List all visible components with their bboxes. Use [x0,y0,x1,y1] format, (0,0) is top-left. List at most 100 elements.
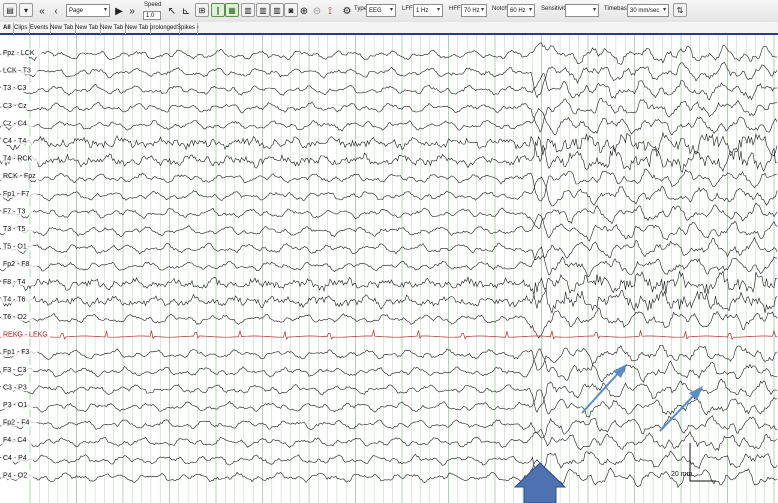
channel-label: Fp2 - F4 [3,420,30,427]
channel-label: Fp1 - F7 [3,191,30,198]
tab-bar: All Clips Events New Tab New Tab New Tab… [0,22,778,35]
eeg-trace-11 [0,236,778,261]
type-select-value: EEG [369,7,382,14]
eeg-trace-21 [0,415,778,439]
channel-label: P3 - O1 [3,402,27,409]
channel-label: T4 - RCK [3,156,33,163]
channel-label: REKG - LEKG [3,332,48,339]
channel-label: RCK - Fpz [3,173,36,180]
eeg-trace-12 [0,246,777,278]
hff-select[interactable]: 70 Hz ▾ [461,4,487,17]
chevron-down-icon: ▾ [662,7,666,13]
speed-value: 1.0 [146,12,155,19]
fast-rewind-icon[interactable]: « [35,3,49,19]
cursor-icon[interactable]: ↖ [166,3,178,19]
eeg-trace-20 [0,389,778,418]
event-marker-arrow [513,462,567,503]
notch-label: Notch [492,6,508,12]
lff-select-value: 1 Hz [416,7,429,14]
grid-view-icon[interactable]: ▦ [225,3,239,17]
montage-icon[interactable]: ⊞ [195,3,209,17]
step-back-icon[interactable]: ‹ [50,3,62,19]
dropdown-icon[interactable]: ▾ [19,3,33,17]
notch-select[interactable]: 60 Hz ▾ [507,4,535,17]
tab-new-tab-4[interactable]: New Tab [123,23,152,34]
refresh-icon[interactable]: ⇅ [673,3,687,17]
eeg-trace-17 [0,345,778,371]
page-select[interactable]: Page ▾ [66,4,110,17]
sensitivity-label: Sensitivity [541,6,569,12]
eeg-trace-8 [0,176,778,207]
fast-forward-icon[interactable]: » [126,3,138,19]
channel-label: LCK - T3 [3,68,31,75]
table-edit-icon[interactable]: ▥ [270,3,284,17]
hff-select-value: 70 Hz [464,7,480,14]
channel-label: Cz - C4 [3,120,27,127]
speed-label: Speed [144,2,162,8]
eeg-trace-24 [0,459,778,489]
sensitivity-select[interactable]: ▾ [565,4,599,17]
eeg-trace-22 [0,429,778,452]
eeg-traces [0,42,778,489]
channel-label: C4 - P4 [3,455,27,462]
eeg-trace-13 [0,270,778,309]
eeg-trace-16 [0,329,778,340]
eeg-trace-18 [0,348,777,383]
channel-label: T5 - O1 [3,244,27,251]
split-view-icon[interactable]: ∥ [211,3,225,17]
chevron-down-icon: ▾ [480,7,484,13]
hff-label: HFF [449,6,461,12]
eeg-trace-3 [0,97,778,133]
notch-select-value: 60 Hz [510,7,526,14]
chevron-down-icon: ▾ [103,7,107,13]
chevron-down-icon: ▾ [389,7,393,13]
timebase-select-value: 30 mm/sec [630,7,660,14]
eeg-trace-15 [0,307,778,339]
play-forward-icon[interactable]: ▶ [114,3,124,19]
channel-label: Fp2 - F8 [3,261,30,268]
lff-label: LFF [402,6,413,12]
table-add-icon[interactable]: ▥ [256,3,270,17]
eeg-trace-10 [0,213,778,242]
type-select[interactable]: EEG ▾ [366,4,396,17]
camera-icon[interactable]: ◙ [284,3,298,17]
chevron-down-icon: ▾ [436,7,440,13]
channel-label: Fp1 - F3 [3,349,30,356]
channel-label: P4 - O2 [3,472,27,479]
timebase-select[interactable]: 30 mm/sec ▾ [627,4,669,17]
channel-label: Fpz - LCK [3,50,35,57]
eeg-trace-2 [0,73,778,101]
channel-label: T3 - C3 [3,85,26,92]
spike-icon[interactable]: ⟟ [324,3,336,19]
tab-add-icon[interactable]: ▫ [195,23,201,34]
lff-select[interactable]: 1 Hz ▾ [413,4,443,17]
channel-label: F4 - C4 [3,437,26,444]
zoom-in-icon[interactable]: ⊕ [298,3,310,19]
eeg-trace-9 [0,202,778,229]
eeg-trace-23 [0,450,778,482]
speed-input[interactable]: 1.0 [143,11,161,20]
eeg-trace-19 [0,378,778,413]
channel-label: T4 - T6 [3,296,26,303]
table-icon[interactable]: ▥ [241,3,255,17]
tab-new-tab-3[interactable]: New Tab [98,23,127,34]
tab-new-tab-1[interactable]: New Tab [48,23,77,34]
channel-labels: Fpz - LCK LCK - T3 T3 - C3 C3 - Cz Cz - C4 C4… [1,48,51,480]
eeg-display[interactable]: Fpz - LCK LCK - T3 T3 - C3 C3 - Cz Cz - C4 C4… [0,35,778,503]
channel-label: T3 - T5 [3,226,26,233]
chevron-down-icon: ▾ [528,7,532,13]
channel-label: F3 - C3 [3,367,26,374]
channel-label: C3 - P3 [3,384,27,391]
channel-label: C4 - T4 [3,138,26,145]
gear-icon[interactable]: ⚙ [342,3,352,19]
chevron-down-icon: ▾ [592,7,596,13]
marker-icon[interactable]: ⊾ [180,3,192,19]
toolbar: ▤ ▾ « ‹ Page ▾ ▶ » Speed 1.0 ↖ ⊾ ⊞ ∥ ▦ ▥… [0,0,778,23]
channel-label: F7 - T3 [3,208,26,215]
channel-label: F8 - T4 [3,279,26,286]
channel-label: C3 - Cz [3,103,27,110]
zoom-out-icon[interactable]: ⊖ [311,3,323,19]
scale-bar [689,443,716,482]
tab-new-tab-2[interactable]: New Tab [73,23,102,34]
print-icon[interactable]: ▤ [3,3,17,17]
